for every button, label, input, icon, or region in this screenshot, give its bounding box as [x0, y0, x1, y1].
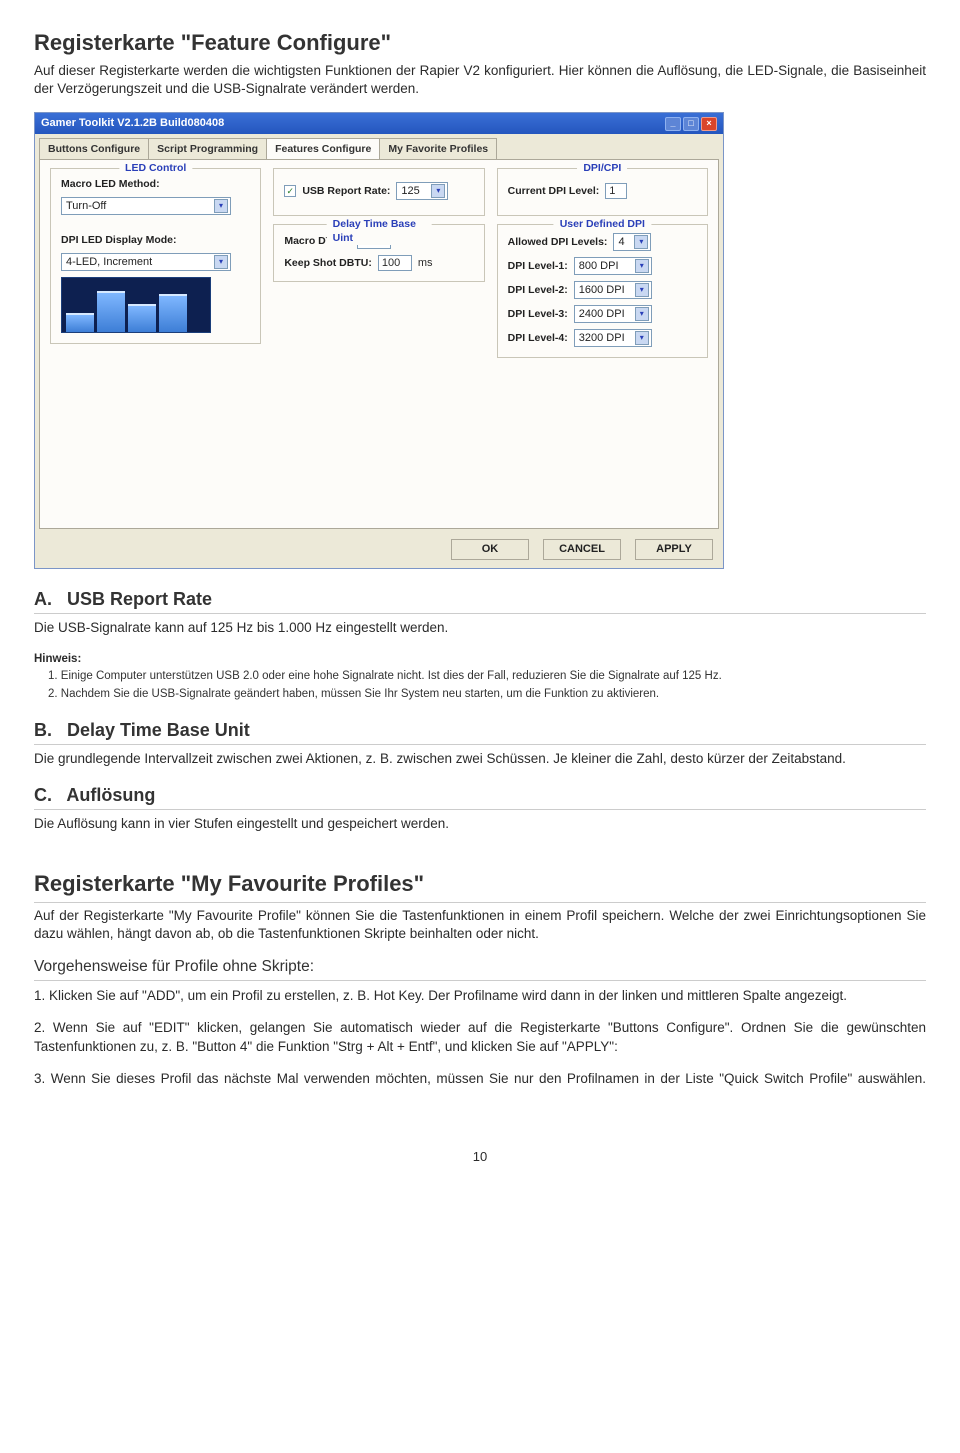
section-b-letter: B. — [34, 718, 62, 742]
page-title: Registerkarte "Feature Configure" — [34, 28, 926, 58]
macro-led-label: Macro LED Method: — [61, 177, 250, 191]
current-dpi-label: Current DPI Level: — [508, 184, 600, 198]
legend-dtbu: Delay Time Base Uint — [327, 217, 432, 245]
chevron-down-icon: ▾ — [214, 255, 228, 269]
dpi-lv4-dropdown[interactable]: 3200 DPI ▾ — [574, 329, 652, 347]
subheading-noscripts: Vorgehensweise für Profile ohne Skripte: — [34, 957, 926, 981]
col-left: LED Control Macro LED Method: Turn-Off ▾… — [50, 168, 261, 518]
tab-buttons-configure[interactable]: Buttons Configure — [39, 138, 149, 159]
keep-dtbu-input[interactable]: 100 — [378, 255, 412, 271]
app-window: Gamer Toolkit V2.1.2B Build080408 _ □ × … — [34, 112, 724, 569]
section-a-body: Die USB-Signalrate kann auf 125 Hz bis 1… — [34, 619, 926, 637]
allowed-levels-label: Allowed DPI Levels: — [508, 235, 608, 249]
step-3: 3. Wenn Sie dieses Profil das nächste Ma… — [34, 1070, 926, 1088]
dpi-lv2-value: 1600 DPI — [579, 283, 625, 298]
group-dpi: DPI/CPI Current DPI Level: 1 — [497, 168, 708, 216]
note-label: Hinweis: — [34, 652, 926, 668]
chevron-down-icon: ▾ — [431, 184, 445, 198]
dpi-lv2-dropdown[interactable]: 1600 DPI ▾ — [574, 281, 652, 299]
dpi-lv2-label: DPI Level-2: — [508, 283, 568, 297]
usb-rate-checkbox[interactable]: ✓ — [284, 185, 296, 197]
group-dtbu: Delay Time Base Uint Macro DTBU: 100 × 3… — [273, 224, 484, 282]
minimize-icon[interactable]: _ — [665, 117, 681, 131]
apply-button[interactable]: APPLY — [635, 539, 713, 560]
dpi-lv1-value: 800 DPI — [579, 259, 619, 274]
col-middle: ✓ USB Report Rate: 125 ▾ Delay Time Base… — [273, 168, 484, 518]
tab-bar: Buttons Configure Script Programming Fea… — [35, 134, 723, 159]
legend-dpi: DPI/CPI — [577, 161, 627, 175]
keep-dtbu-suffix: ms — [418, 256, 433, 271]
legend-led: LED Control — [119, 161, 192, 175]
section-b-heading: B. Delay Time Base Unit — [34, 718, 926, 745]
chevron-down-icon: ▾ — [214, 199, 228, 213]
tab-script-programming[interactable]: Script Programming — [148, 138, 267, 159]
cancel-button[interactable]: CANCEL — [543, 539, 621, 560]
dpi-lv3-value: 2400 DPI — [579, 307, 625, 322]
page-number: 10 — [34, 1148, 926, 1166]
dpi-led-value: 4-LED, Increment — [66, 255, 152, 270]
dialog-buttons: OK CANCEL APPLY — [35, 535, 723, 568]
ok-button[interactable]: OK — [451, 539, 529, 560]
current-dpi-value: 1 — [605, 183, 627, 199]
dpi-lv3-dropdown[interactable]: 2400 DPI ▾ — [574, 305, 652, 323]
chevron-down-icon: ▾ — [635, 259, 649, 273]
section-c-body: Die Auflösung kann in vier Stufen einges… — [34, 815, 926, 833]
window-title: Gamer Toolkit V2.1.2B Build080408 — [41, 116, 224, 131]
allowed-levels-dropdown[interactable]: 4 ▾ — [613, 233, 651, 251]
section-a-letter: A. — [34, 587, 62, 611]
titlebar: Gamer Toolkit V2.1.2B Build080408 _ □ × — [35, 113, 723, 134]
group-led-control: LED Control Macro LED Method: Turn-Off ▾… — [50, 168, 261, 344]
section-a-title: USB Report Rate — [67, 589, 212, 609]
chevron-down-icon: ▾ — [635, 283, 649, 297]
step-2: 2. Wenn Sie auf "EDIT" klicken, gelangen… — [34, 1019, 926, 1055]
dpi-lv1-label: DPI Level-1: — [508, 259, 568, 273]
dpi-lv4-label: DPI Level-4: — [508, 331, 568, 345]
intro-paragraph: Auf dieser Registerkarte werden die wich… — [34, 62, 926, 98]
window-buttons: _ □ × — [665, 117, 717, 131]
usb-rate-value: 125 — [401, 184, 419, 199]
step-1: 1. Klicken Sie auf "ADD", um ein Profil … — [34, 987, 926, 1005]
led-bars-preview — [61, 277, 211, 333]
heading-profiles: Registerkarte "My Favourite Profiles" — [34, 869, 926, 903]
section-c-letter: C. — [34, 783, 62, 807]
dpi-led-dropdown[interactable]: 4-LED, Increment ▾ — [61, 253, 231, 271]
usb-rate-label: USB Report Rate: — [302, 184, 390, 198]
panel-features: LED Control Macro LED Method: Turn-Off ▾… — [39, 159, 719, 529]
dpi-lv4-value: 3200 DPI — [579, 331, 625, 346]
section-b-title: Delay Time Base Unit — [67, 720, 250, 740]
section-c-heading: C. Auflösung — [34, 783, 926, 810]
col-right: DPI/CPI Current DPI Level: 1 User Define… — [497, 168, 708, 518]
chevron-down-icon: ▾ — [635, 331, 649, 345]
keep-dtbu-label: Keep Shot DBTU: — [284, 256, 372, 270]
group-usb-rate: ✓ USB Report Rate: 125 ▾ — [273, 168, 484, 216]
dpi-lv1-dropdown[interactable]: 800 DPI ▾ — [574, 257, 652, 275]
section-a-heading: A. USB Report Rate — [34, 587, 926, 614]
dpi-led-label: DPI LED Display Mode: — [61, 233, 250, 247]
usb-rate-dropdown[interactable]: 125 ▾ — [396, 182, 448, 200]
chevron-down-icon: ▾ — [635, 307, 649, 321]
close-icon[interactable]: × — [701, 117, 717, 131]
profiles-intro: Auf der Registerkarte "My Favourite Prof… — [34, 907, 926, 943]
tab-features-configure[interactable]: Features Configure — [266, 138, 380, 159]
dpi-lv3-label: DPI Level-3: — [508, 307, 568, 321]
chevron-down-icon: ▾ — [634, 235, 648, 249]
macro-led-value: Turn-Off — [66, 199, 106, 214]
section-b-body: Die grundlegende Intervallzeit zwischen … — [34, 750, 926, 768]
note-1: 1. Einige Computer unterstützen USB 2.0 … — [34, 669, 926, 685]
maximize-icon[interactable]: □ — [683, 117, 699, 131]
allowed-levels-value: 4 — [618, 235, 624, 250]
note-2: 2. Nachdem Sie die USB-Signalrate geände… — [34, 687, 926, 703]
macro-led-dropdown[interactable]: Turn-Off ▾ — [61, 197, 231, 215]
tab-my-favorite-profiles[interactable]: My Favorite Profiles — [379, 138, 497, 159]
section-c-title: Auflösung — [66, 785, 155, 805]
legend-user-dpi: User Defined DPI — [554, 217, 651, 231]
group-user-dpi: User Defined DPI Allowed DPI Levels: 4 ▾… — [497, 224, 708, 358]
